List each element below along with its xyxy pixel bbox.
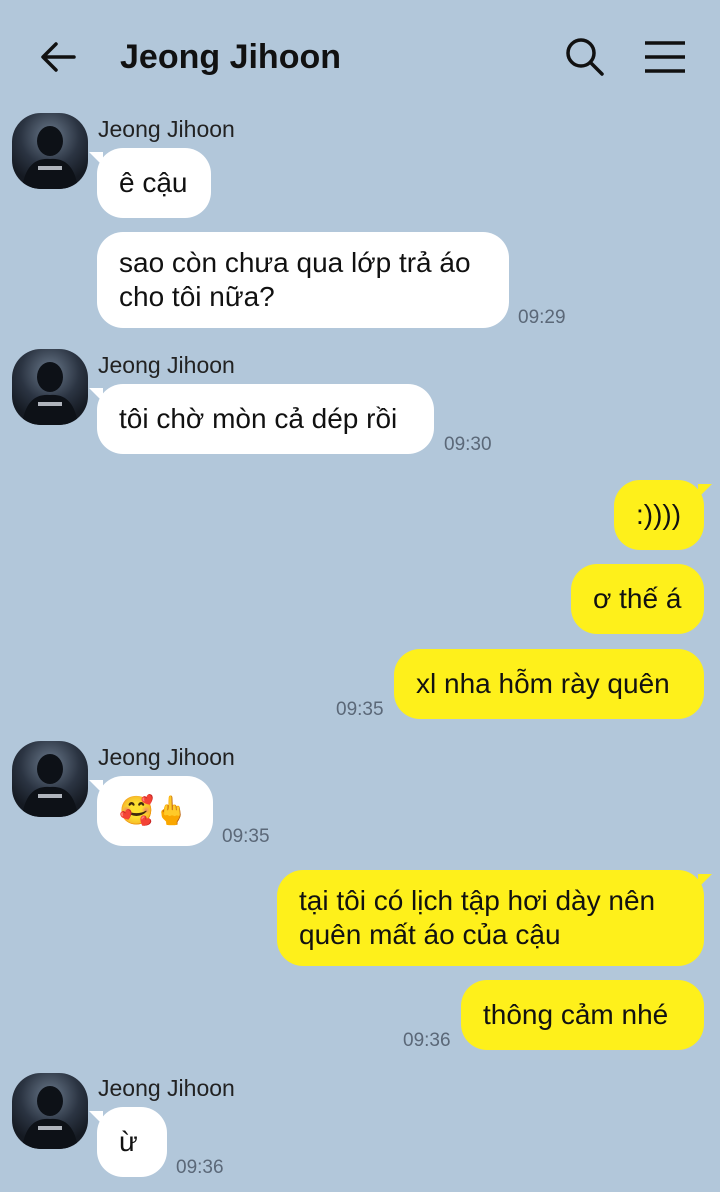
arrow-left-icon [41,42,76,72]
message-time: 09:35 [336,699,384,720]
avatar[interactable] [12,349,88,425]
avatar[interactable] [12,741,88,817]
message-bubble[interactable]: ơ thế á [571,564,704,634]
message-bubble[interactable]: xl nha hỗm rày quên [394,649,704,719]
sender-name: Jeong Jihoon [98,352,235,378]
sender-name: Jeong Jihoon [98,744,235,770]
message-bubble[interactable]: 🥰🖕 [89,776,213,846]
message-bubble[interactable]: thông cảm nhé [461,980,704,1050]
message-time: 09:36 [176,1157,224,1178]
message-time: 09:35 [222,826,270,847]
chat-header: Jeong Jihoon [0,0,720,112]
message-bubble[interactable]: sao còn chưa qua lớp trả áo cho tôi nữa? [97,232,509,328]
menu-button[interactable] [640,36,690,78]
message-bubble[interactable]: ừ [89,1107,167,1177]
avatar[interactable] [12,113,88,189]
message-time: 09:30 [444,434,492,455]
message-time: 09:29 [518,307,566,328]
message-time: 09:36 [403,1030,451,1051]
search-button[interactable] [562,34,608,80]
message-bubble[interactable]: :)))) [614,480,712,550]
message-bubble[interactable]: tôi chờ mòn cả dép rồi [89,384,434,454]
avatar[interactable] [12,1073,88,1149]
back-button[interactable] [38,36,80,78]
message-bubble[interactable]: ê cậu [89,148,211,218]
sender-name: Jeong Jihoon [98,1075,235,1101]
search-icon [566,38,604,76]
hamburger-menu-icon [645,41,685,73]
chat-title: Jeong Jihoon [120,38,341,76]
message-bubble[interactable]: tại tôi có lịch tập hơi dày nên quên mất… [277,870,712,966]
sender-name: Jeong Jihoon [98,116,235,142]
